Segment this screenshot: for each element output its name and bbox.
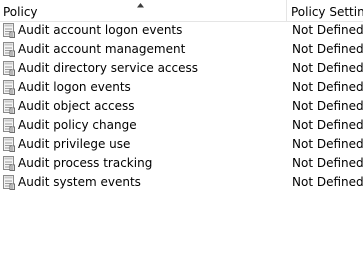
policy-name: Audit privilege use [18,137,131,151]
policy-setting-value: Not Defined [292,42,363,56]
policy-setting-value: Not Defined [292,156,363,170]
column-header-policy-setting[interactable]: Policy Setting [287,0,363,21]
policy-setting-value: Not Defined [292,118,363,132]
policy-name: Audit account management [18,42,186,56]
policy-name: Audit object access [18,99,135,113]
policy-rows: Audit account logon events Not Defined Aud… [0,21,363,192]
policy-setting-icon [3,175,15,190]
policy-setting-icon [3,156,15,171]
policy-name: Audit account logon events [18,23,183,37]
sort-ascending-icon [137,3,144,8]
policy-name: Audit policy change [18,118,137,132]
table-row[interactable]: Audit account logon events Not Defined [0,21,363,40]
policy-setting-icon [3,137,15,152]
policy-name: Audit logon events [18,80,131,94]
policy-setting-icon [3,99,15,114]
policy-setting-icon [3,42,15,57]
table-row[interactable]: Audit process tracking Not Defined [0,154,363,173]
policy-setting-value: Not Defined [292,61,363,75]
policy-name: Audit system events [18,175,141,189]
table-row[interactable]: Audit policy change Not Defined [0,116,363,135]
policy-setting-icon [3,61,15,76]
policy-setting-value: Not Defined [292,175,363,189]
column-header-setting-label: Policy Setting [291,5,363,19]
policy-setting-value: Not Defined [292,80,363,94]
policy-name: Audit process tracking [18,156,153,170]
list-header: Policy Policy Setting [0,0,363,22]
policy-setting-value: Not Defined [292,137,363,151]
column-header-policy-label: Policy [3,5,38,19]
table-row[interactable]: Audit account management Not Defined [0,40,363,59]
policy-setting-icon [3,23,15,38]
policy-name: Audit directory service access [18,61,199,75]
table-row[interactable]: Audit system events Not Defined [0,173,363,192]
table-row[interactable]: Audit directory service access Not Define… [0,59,363,78]
policy-setting-icon [3,118,15,133]
policy-setting-value: Not Defined [292,99,363,113]
table-row[interactable]: Audit logon events Not Defined [0,78,363,97]
policy-setting-icon [3,80,15,95]
table-row[interactable]: Audit object access Not Defined [0,97,363,116]
policy-list-view: Policy Policy Setting Audit account logo… [0,0,363,255]
table-row[interactable]: Audit privilege use Not Defined [0,135,363,154]
policy-setting-value: Not Defined [292,23,363,37]
